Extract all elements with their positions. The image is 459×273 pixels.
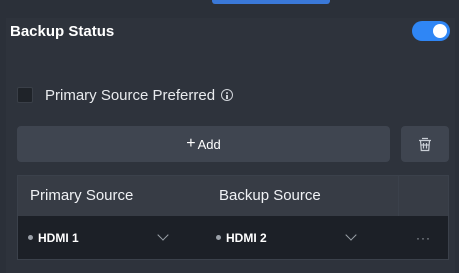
delete-button[interactable] <box>401 126 449 162</box>
add-button-label: Add <box>197 136 221 152</box>
add-button[interactable]: + Add <box>17 126 390 162</box>
row-more-button[interactable]: ··· <box>399 216 448 259</box>
backup-source-value: HDMI 2 <box>226 230 267 245</box>
column-header-primary-source: Primary Source <box>30 187 134 204</box>
backup-source-select[interactable]: HDMI 2 <box>216 216 357 259</box>
primary-preferred-row: Primary Source Preferred <box>17 84 234 106</box>
section-title: Backup Status <box>10 22 115 40</box>
table-header: Primary Source Backup Source <box>18 176 448 217</box>
info-icon[interactable] <box>221 89 234 101</box>
primary-preferred-label: Primary Source Preferred <box>45 86 216 104</box>
primary-preferred-checkbox[interactable] <box>17 87 33 103</box>
top-accent-bar <box>212 0 330 4</box>
source-table: Primary Source Backup Source HDMI 1 HDMI… <box>17 175 449 260</box>
ellipsis-icon: ··· <box>416 230 431 245</box>
primary-source-value: HDMI 1 <box>38 230 79 245</box>
plus-icon: + <box>186 135 196 152</box>
backup-status-header: Backup Status <box>10 17 450 45</box>
toggle-knob <box>433 24 447 38</box>
status-dot <box>216 235 221 240</box>
chevron-down-icon <box>157 229 169 241</box>
table-row: HDMI 1 HDMI 2 ··· <box>18 216 448 259</box>
status-dot <box>28 235 33 240</box>
backup-status-toggle[interactable] <box>412 21 450 41</box>
column-header-backup-source: Backup Source <box>219 187 321 204</box>
chevron-down-icon <box>345 229 357 241</box>
primary-source-select[interactable]: HDMI 1 <box>28 216 169 259</box>
trash-icon <box>419 137 431 151</box>
